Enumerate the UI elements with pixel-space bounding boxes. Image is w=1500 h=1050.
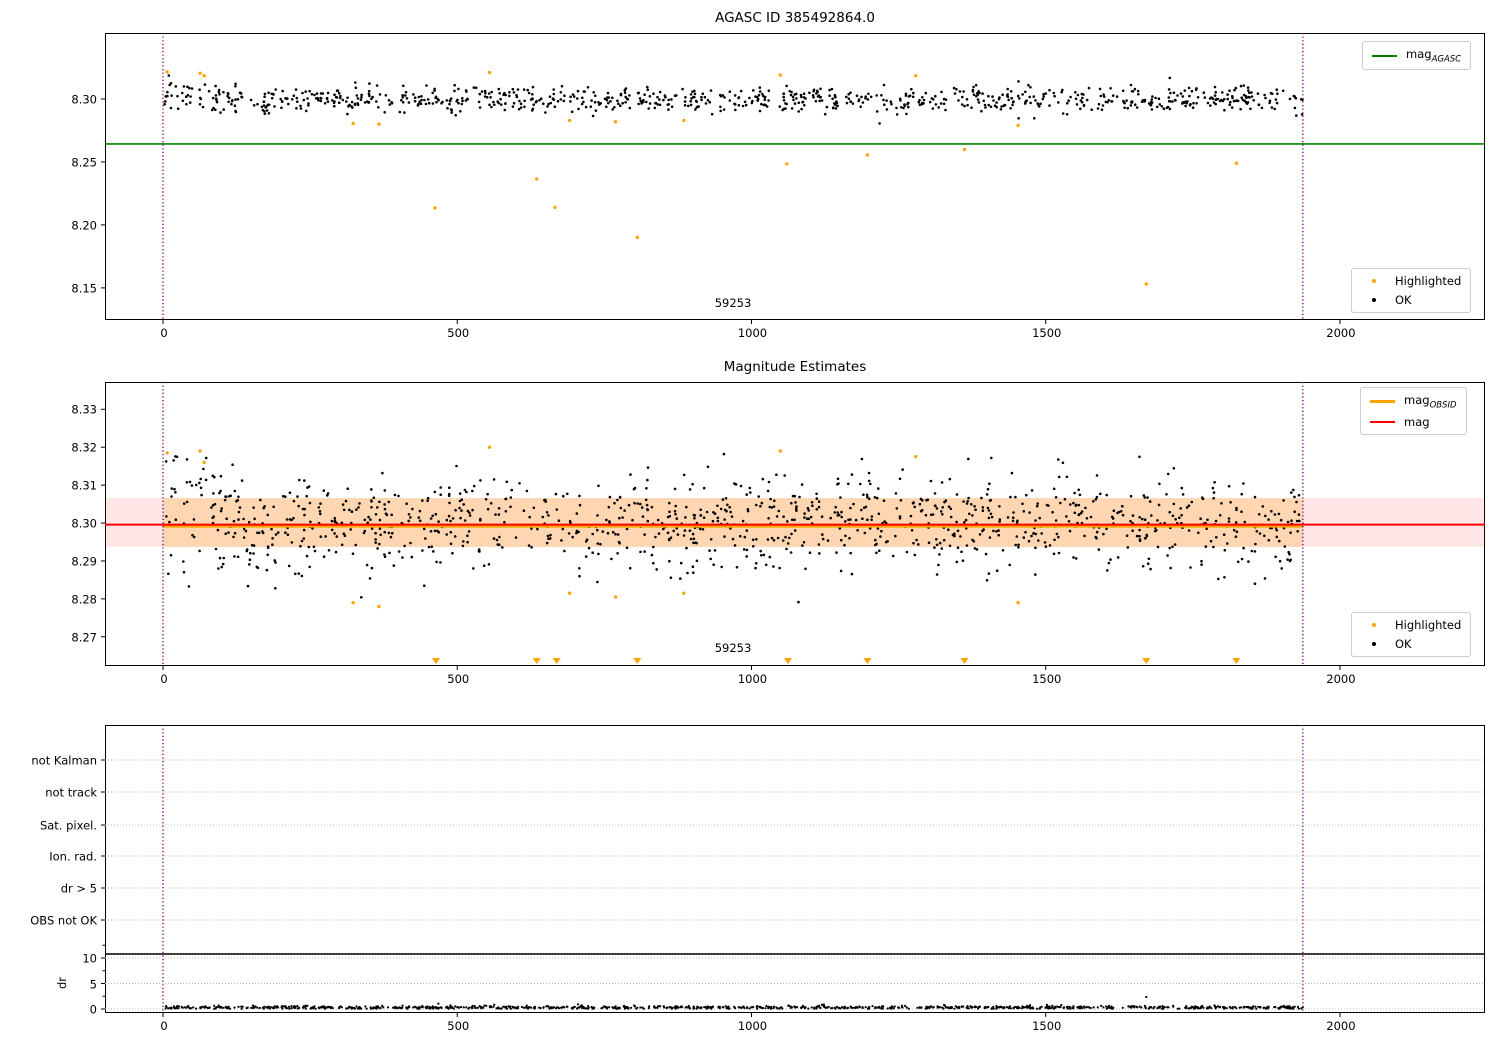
y-tick-label: 8.29 [71, 554, 97, 569]
chart3-dr-axis-label: dr [55, 976, 69, 990]
x-tick-label: 1000 [737, 672, 768, 686]
figure: AGASC ID 385492864.0 0 500 1000 1500 2000 8.3… [0, 0, 1500, 1050]
chart2-obsid-label: 59253 [714, 641, 752, 655]
chart2-marker-legend: Highlighted OK [1351, 612, 1472, 657]
x-tick-label: 500 [447, 1019, 470, 1033]
y-tick-label: 8.27 [71, 630, 97, 645]
green-line-swatch [1372, 54, 1397, 57]
flag-label: Sat. pixel. [39, 818, 97, 833]
chart2-y-ticks [101, 408, 105, 638]
legend-entry-ok: OK [1361, 637, 1461, 651]
y-tick-label: 8.28 [71, 592, 97, 607]
chart1-obsid-vlines [162, 33, 1304, 320]
flag-label: dr > 5 [60, 881, 97, 896]
y-tick-label: 8.31 [71, 478, 97, 493]
y-tick-label: 8.20 [71, 218, 97, 233]
chart2-title: Magnitude Estimates [723, 359, 867, 375]
chart1-marker-legend: Highlighted OK [1351, 268, 1472, 313]
chart1-line-legend: magAGASC [1362, 41, 1472, 71]
clipped-low-markers [432, 658, 1241, 664]
x-tick-label: 1500 [1032, 672, 1062, 686]
chart3-y-ticks [101, 759, 105, 1010]
legend-label: mag [1404, 415, 1430, 430]
x-tick-label: 2000 [1326, 672, 1356, 686]
orange-line-swatch [1370, 400, 1395, 404]
chart1-title: AGASC ID 385492864.0 [715, 10, 875, 26]
legend-label: magAGASC [1406, 47, 1462, 65]
dr-points [164, 995, 1304, 1010]
flag-label: not track [45, 785, 97, 800]
x-tick-label: 1000 [737, 326, 768, 340]
legend-label: OK [1395, 293, 1412, 307]
orange-dot-swatch [1361, 279, 1386, 283]
legend-entry-highlighted: Highlighted [1361, 618, 1461, 632]
chart1-obsid-label: 59253 [714, 296, 752, 310]
legend-entry-highlighted: Highlighted [1361, 274, 1461, 288]
legend-entry-mag-agasc: magAGASC [1372, 47, 1461, 64]
x-tick-label: 1500 [1032, 1019, 1062, 1033]
chart1-x-ticks [162, 320, 1341, 324]
legend-label: magOBSID [1404, 393, 1457, 411]
chart2-x-ticks [162, 666, 1341, 670]
dr-tick-label: 0 [89, 1002, 97, 1017]
legend-label: OK [1395, 637, 1412, 651]
y-tick-label: 8.30 [71, 516, 97, 531]
chart2-axes: 0 500 1000 1500 2000 8.33 8.32 8.31 8.30 8.29 8.28… [71, 382, 1485, 685]
x-tick-label: 0 [160, 672, 168, 686]
dr-tick-label: 5 [89, 976, 97, 991]
x-tick-label: 500 [447, 672, 470, 686]
y-tick-label: 8.15 [71, 281, 97, 296]
chart1-axes: 0 500 1000 1500 2000 8.30 8.25 8.20 8.15 [71, 33, 1485, 339]
chart3-gridlines [105, 759, 1485, 1010]
chart3-obsid-vlines [162, 725, 1304, 1013]
y-tick-label: 8.33 [71, 402, 97, 417]
legend-entry-ok: OK [1361, 293, 1461, 307]
chart3-x-ticks [162, 1013, 1341, 1017]
legend-label: Highlighted [1395, 274, 1462, 288]
black-dot-swatch [1361, 642, 1386, 646]
legend-entry-mag-obsid: magOBSID [1370, 393, 1457, 410]
x-tick-label: 0 [160, 326, 168, 340]
black-dot-swatch [1361, 298, 1386, 302]
y-tick-label: 8.32 [71, 440, 97, 455]
legend-label: Highlighted [1395, 618, 1462, 632]
flag-label: OBS not OK [30, 913, 97, 928]
x-tick-label: 1500 [1032, 326, 1062, 340]
y-tick-label: 8.30 [71, 92, 97, 107]
highlighted-points [165, 70, 1239, 286]
chart3-axes: 0 500 1000 1500 2000 not Kalman not track Sat. … [30, 725, 1485, 1032]
legend-entry-mag: mag [1370, 415, 1457, 429]
ok-points [163, 74, 1304, 125]
chart1-y-ticks [101, 98, 105, 289]
chart2-line-legend: magOBSID mag [1360, 387, 1467, 436]
x-tick-label: 500 [447, 326, 470, 340]
flag-label: not Kalman [31, 753, 97, 768]
y-tick-label: 8.25 [71, 155, 97, 170]
x-tick-label: 2000 [1326, 1019, 1356, 1033]
red-line-swatch [1370, 421, 1395, 424]
flag-label: Ion. rad. [49, 849, 97, 864]
dr-tick-label: 10 [82, 951, 97, 966]
orange-dot-swatch [1361, 623, 1386, 627]
x-tick-label: 1000 [737, 1019, 768, 1033]
x-tick-label: 0 [160, 1019, 168, 1033]
x-tick-label: 2000 [1326, 326, 1356, 340]
